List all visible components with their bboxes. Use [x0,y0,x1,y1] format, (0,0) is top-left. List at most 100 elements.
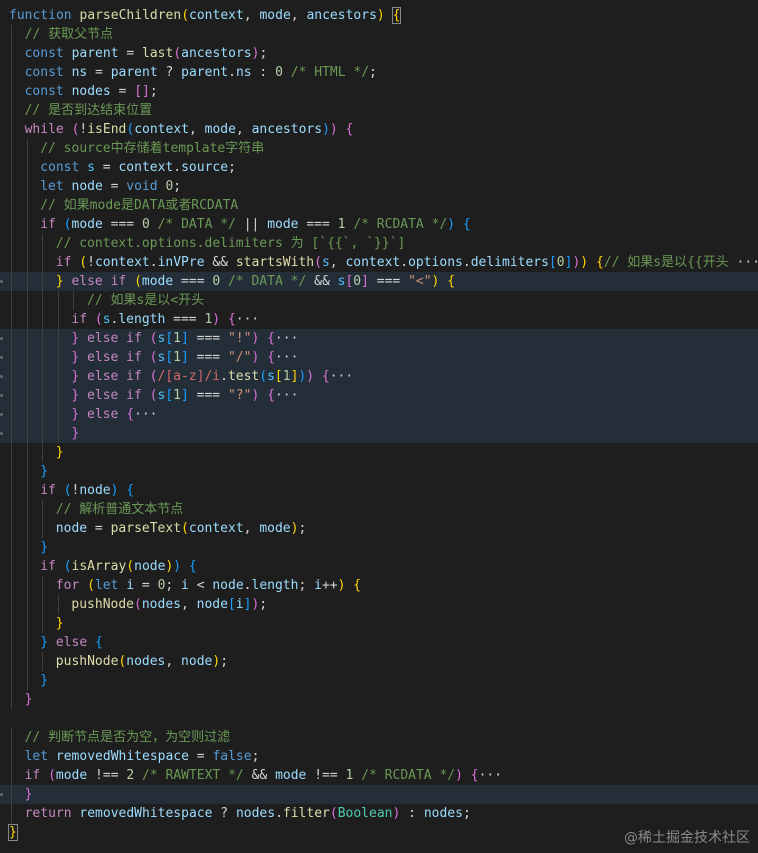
code-token: ) [447,217,456,232]
code-line[interactable]: const nodes = []; [0,82,758,101]
code-token: // source中存储着template字符串 [40,141,265,156]
code-line[interactable]: } [0,785,758,804]
code-line[interactable]: } else if (s[1] === "/") {··· [0,348,758,367]
code-line[interactable]: return removedWhitespace ? nodes.filter(… [0,804,758,823]
code-text: for (let i = 0; i < node.length; i++) { [9,578,361,593]
code-token: { [470,768,479,783]
code-token: ) [329,122,338,137]
code-token: /* RCDATA */ [353,217,448,232]
code-token: , [180,597,197,612]
code-line[interactable]: if (isArray(node)) { [0,557,758,576]
code-text: let removedWhitespace = false; [9,749,260,764]
code-token: { [345,122,354,137]
code-line[interactable]: } [0,538,758,557]
code-token: === [298,217,338,232]
code-line[interactable]: let node = void 0; [0,177,758,196]
code-line[interactable]: } else { [0,633,758,652]
code-line[interactable]: // 是否到达结束位置 [0,101,758,120]
code-line[interactable]: } [0,424,758,443]
code-token: s [102,312,111,327]
code-line[interactable]: for (let i = 0; i < node.length; i++) { [0,576,758,595]
code-line[interactable]: if (!node) { [0,481,758,500]
code-line[interactable]: const s = context.source; [0,158,758,177]
code-token: = [188,749,213,764]
code-line[interactable]: } else if (s[1] === "?") {··· [0,386,758,405]
code-line[interactable]: } [0,462,758,481]
code-token: === [188,331,228,346]
indent-guide [11,196,12,215]
code-token: ) [212,312,221,327]
code-line[interactable]: pushNode(nodes, node[i]); [0,595,758,614]
code-line[interactable]: if (!context.inVPre && startsWith(s, con… [0,253,758,272]
code-line[interactable]: if (mode !== 2 /* RAWTEXT */ && mode !==… [0,766,758,785]
indent-guide [26,500,28,519]
code-token: function [9,8,80,23]
code-token: isEnd [87,122,127,137]
code-token: [ [548,255,557,270]
code-line[interactable]: while (!isEnd(context, mode, ancestors))… [0,120,758,139]
code-text: pushNode(nodes, node[i]); [9,597,267,612]
indent-guide [42,329,44,348]
code-editor[interactable]: function parseChildren(context, mode, an… [0,0,758,853]
code-token: ancestors [251,122,323,137]
code-text: // context.options.delimiters 为 [`{{`, `… [9,236,406,251]
indent-guide [57,405,59,424]
code-token: { [267,388,275,403]
code-line[interactable]: // 获取父节点 [0,25,758,44]
code-line[interactable]: } else if (/[a-z]/i.test(s[1])) {··· [0,367,758,386]
indent-guide [11,158,12,177]
code-token: /* DATA */ [157,217,236,232]
code-text: // 是否到达结束位置 [9,103,152,118]
code-token: ++ [321,578,338,593]
code-token: /* RCDATA */ [361,768,456,783]
code-text: } [9,540,48,555]
code-line[interactable]: } [0,671,758,690]
code-line[interactable]: node = parseText(context, mode); [0,519,758,538]
code-line[interactable]: // source中存储着template字符串 [0,139,758,158]
code-token: . [462,255,471,270]
code-line[interactable] [0,709,758,728]
indent-guide [26,519,28,538]
code-line[interactable]: } else {··· [0,405,758,424]
indent-guide [26,633,28,652]
indent-guide [11,234,12,253]
code-token: else if [63,274,135,289]
code-token: node [196,597,228,612]
code-text: if (mode !== 2 /* RAWTEXT */ && mode !==… [9,768,502,783]
code-token: /* RAWTEXT */ [142,768,244,783]
code-line[interactable]: const parent = last(ancestors); [0,44,758,63]
code-line[interactable]: // 解析普通文本节点 [0,500,758,519]
code-token: /* HTML */ [290,65,370,80]
indent-guide [11,405,12,424]
code-line[interactable]: if (s.length === 1) {··· [0,310,758,329]
indent-guide [26,538,28,557]
indent-guide [42,405,44,424]
code-token: context [345,255,401,270]
code-line[interactable]: // context.options.delimiters 为 [`{{`, `… [0,234,758,253]
code-token: . [400,255,409,270]
code-token: [ [165,388,174,403]
code-token: length [118,312,166,327]
code-token: ns [71,65,88,80]
indent-guide [26,557,28,576]
code-line[interactable]: } [0,614,758,633]
code-line[interactable]: function parseChildren(context, mode, an… [0,6,758,25]
code-line[interactable]: const ns = parent ? parent.ns : 0 /* HTM… [0,63,758,82]
code-line[interactable]: } [0,443,758,462]
code-line[interactable]: } else if (mode === 0 /* DATA */ && s[0]… [0,272,758,291]
code-token: ) [322,122,330,137]
indent-guide [26,291,28,310]
code-line[interactable]: if (mode === 0 /* DATA */ || mode === 1 … [0,215,758,234]
code-line[interactable]: let removedWhitespace = false; [0,747,758,766]
code-token: = [94,160,119,175]
code-line[interactable]: } else if (s[1] === "!") {··· [0,329,758,348]
code-token: ··· [274,350,299,365]
code-line[interactable]: pushNode(nodes, node); [0,652,758,671]
code-line[interactable]: // 判断节点是否为空，为空则过滤 [0,728,758,747]
code-line[interactable]: // 如果s是以<开头 [0,291,758,310]
code-line[interactable]: } [0,690,758,709]
code-line[interactable]: // 如果mode是DATA或者RCDATA [0,196,758,215]
code-token: context [188,521,244,536]
code-token: nodes [126,654,166,669]
indent-guide [42,386,44,405]
